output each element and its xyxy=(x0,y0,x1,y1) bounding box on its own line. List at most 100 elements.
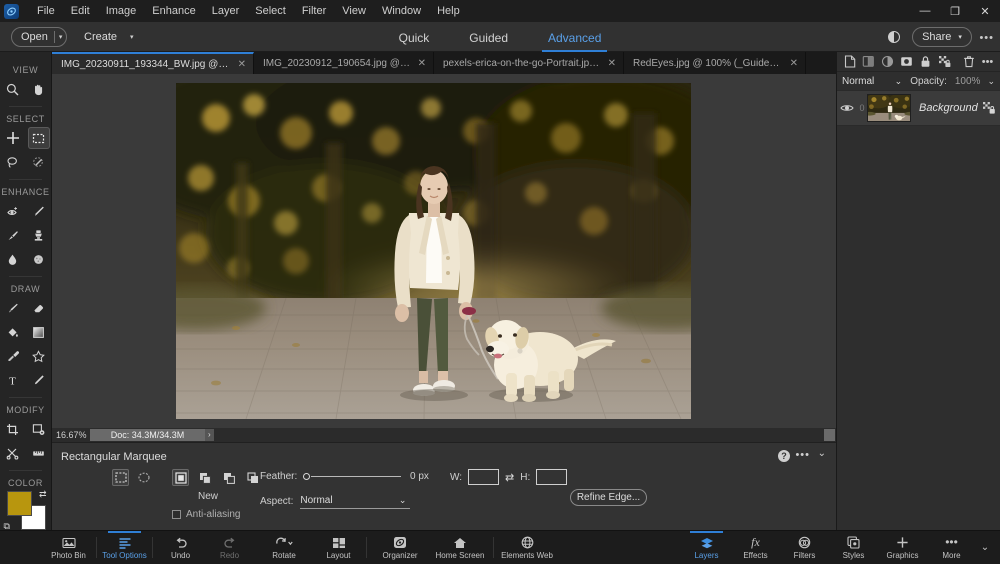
anti-aliasing-checkbox[interactable]: Anti-aliasing xyxy=(172,509,240,520)
lasso-tool[interactable] xyxy=(2,151,24,173)
move-tool[interactable] xyxy=(2,127,24,149)
eraser-tool[interactable] xyxy=(28,297,50,319)
canvas-area[interactable] xyxy=(52,74,836,428)
help-icon[interactable]: ? xyxy=(778,450,790,462)
menu-image[interactable]: Image xyxy=(98,0,145,22)
menu-select[interactable]: Select xyxy=(247,0,294,22)
contrast-toggle-icon[interactable] xyxy=(888,31,900,43)
tab-guided[interactable]: Guided xyxy=(463,22,514,52)
refine-edge-button[interactable]: Refine Edge... xyxy=(570,489,647,506)
new-layer-from-selection-icon[interactable] xyxy=(860,53,877,70)
adjustment-layer-icon[interactable] xyxy=(879,53,896,70)
delete-layer-icon[interactable] xyxy=(960,53,977,70)
aspect-select[interactable]: Normal ⌄ xyxy=(300,493,410,509)
close-icon[interactable]: ✕ xyxy=(238,59,246,70)
chevron-down-icon[interactable]: ⌄ xyxy=(987,76,995,87)
menu-view[interactable]: View xyxy=(334,0,374,22)
taskbar-styles[interactable]: Styles xyxy=(829,531,878,564)
taskbar-undo[interactable]: Undo xyxy=(156,531,205,564)
taskbar-organizer[interactable]: Organizer xyxy=(370,531,430,564)
eye-icon[interactable] xyxy=(837,103,857,113)
new-selection-mode-button[interactable] xyxy=(172,469,189,486)
taskbar-elements-web[interactable]: Elements Web xyxy=(497,531,557,564)
custom-shape-tool[interactable] xyxy=(28,345,50,367)
tab-quick[interactable]: Quick xyxy=(393,22,436,52)
eyedropper-tool[interactable] xyxy=(2,345,24,367)
sponge-tool[interactable] xyxy=(28,248,50,270)
close-icon[interactable]: ✕ xyxy=(608,58,616,69)
smart-brush-tool[interactable] xyxy=(2,224,24,246)
foreground-color-swatch[interactable] xyxy=(7,491,32,516)
menu-file[interactable]: File xyxy=(29,0,63,22)
paint-bucket-tool[interactable] xyxy=(2,321,24,343)
lock-layer-icon[interactable] xyxy=(917,53,934,70)
spot-healing-brush-tool[interactable] xyxy=(28,200,50,222)
menu-help[interactable]: Help xyxy=(429,0,468,22)
menu-edit[interactable]: Edit xyxy=(63,0,98,22)
swap-colors-icon[interactable]: ⇄ xyxy=(39,489,47,500)
hand-tool[interactable] xyxy=(28,78,50,100)
document-tab-1[interactable]: IMG_20230911_193344_BW.jpg @ 16.7% (RGB/… xyxy=(52,52,254,74)
restore-button[interactable]: ❐ xyxy=(940,0,970,22)
crop-tool[interactable] xyxy=(2,418,24,440)
menu-window[interactable]: Window xyxy=(374,0,429,22)
lock-icon[interactable] xyxy=(978,101,1000,115)
taskbar-more[interactable]: ••• More xyxy=(927,531,976,564)
tab-advanced[interactable]: Advanced xyxy=(542,22,607,52)
height-input[interactable] xyxy=(536,469,567,485)
taskbar-graphics[interactable]: Graphics xyxy=(878,531,927,564)
layer-name[interactable]: Background xyxy=(911,102,978,114)
close-icon[interactable]: ✕ xyxy=(790,58,798,69)
close-icon[interactable]: ✕ xyxy=(418,58,426,69)
type-tool[interactable]: T xyxy=(2,369,24,391)
feather-slider[interactable] xyxy=(303,472,401,482)
taskbar-redo[interactable]: Redo xyxy=(205,531,254,564)
modebar-overflow-icon[interactable]: ••• xyxy=(979,32,994,44)
width-input[interactable] xyxy=(468,469,499,485)
menu-layer[interactable]: Layer xyxy=(204,0,248,22)
swap-dimensions-icon[interactable]: ⇄ xyxy=(505,471,514,484)
blend-mode-select[interactable]: Normal ⌄ xyxy=(842,76,902,87)
vertical-scrollbar-thumb[interactable] xyxy=(824,429,835,441)
elliptical-marquee-shape-button[interactable] xyxy=(135,469,152,486)
close-button[interactable]: ✕ xyxy=(970,0,1000,22)
document-tab-4[interactable]: RedEyes.jpg @ 100% (_GuideEditBaseLayer,… xyxy=(624,52,806,74)
taskbar-collapse[interactable]: ⌄ xyxy=(976,531,994,564)
layer-row-background[interactable]: 0 Background xyxy=(837,90,1000,126)
blur-tool[interactable] xyxy=(2,248,24,270)
intersect-with-selection-mode-button[interactable] xyxy=(244,469,261,486)
tool-options-overflow-icon[interactable]: ••• xyxy=(795,449,810,461)
brush-tool[interactable] xyxy=(2,297,24,319)
taskbar-photo-bin[interactable]: Photo Bin xyxy=(44,531,93,564)
taskbar-home-screen[interactable]: Home Screen xyxy=(430,531,490,564)
feather-slider-handle[interactable] xyxy=(303,473,310,480)
menu-enhance[interactable]: Enhance xyxy=(144,0,203,22)
taskbar-layers[interactable]: Layers xyxy=(682,531,731,564)
taskbar-rotate[interactable]: Rotate xyxy=(254,531,314,564)
minimize-button[interactable]: — xyxy=(910,0,940,22)
taskbar-effects[interactable]: fx Effects xyxy=(731,531,780,564)
document-tab-3[interactable]: pexels-erica-on-the-go-Portrait.jpg @ 13… xyxy=(434,52,624,74)
taskbar-tool-options[interactable]: Tool Options xyxy=(100,531,149,564)
document-image[interactable] xyxy=(176,83,691,419)
chevron-down-icon[interactable]: ⌄ xyxy=(818,448,826,459)
red-eye-removal-tool[interactable] xyxy=(2,200,24,222)
straighten-tool[interactable] xyxy=(28,442,50,464)
zoom-level-value[interactable]: 16.67% xyxy=(52,430,90,440)
document-info-arrow-icon[interactable]: › xyxy=(205,429,214,441)
opacity-value[interactable]: 100% xyxy=(955,76,981,87)
clone-stamp-tool[interactable] xyxy=(28,224,50,246)
document-tab-2[interactable]: IMG_20230912_190654.jpg @ 22.9% (_Quic..… xyxy=(254,52,434,74)
add-to-selection-mode-button[interactable] xyxy=(196,469,213,486)
layer-mask-icon[interactable] xyxy=(898,53,915,70)
gradient-tool[interactable] xyxy=(28,321,50,343)
recompose-tool[interactable] xyxy=(2,442,24,464)
layer-thumbnail[interactable] xyxy=(867,94,911,122)
subtract-from-selection-mode-button[interactable] xyxy=(220,469,237,486)
menu-filter[interactable]: Filter xyxy=(294,0,334,22)
layers-menu-icon[interactable]: ••• xyxy=(979,53,996,70)
rectangular-marquee-shape-button[interactable] xyxy=(112,469,129,486)
rectangular-marquee-tool[interactable] xyxy=(28,127,50,149)
taskbar-layout[interactable]: Layout xyxy=(314,531,363,564)
taskbar-filters[interactable]: Filters xyxy=(780,531,829,564)
